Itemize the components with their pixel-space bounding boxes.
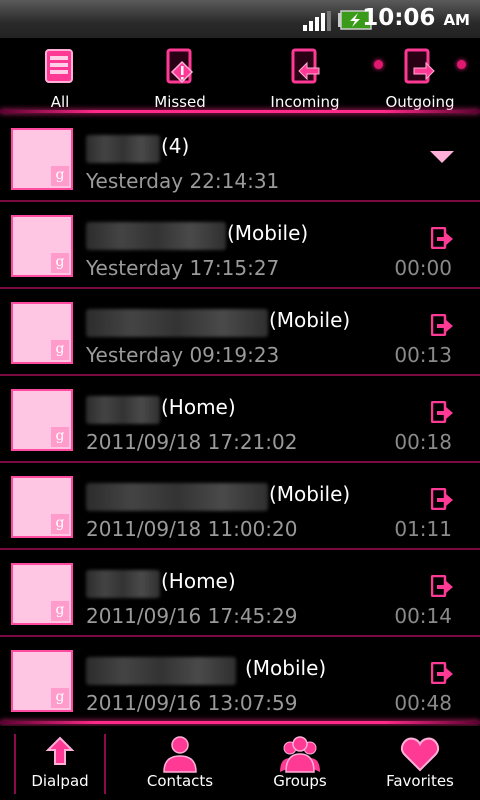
contact-avatar: g	[11, 302, 73, 364]
tab-all-label: All	[50, 93, 70, 111]
outgoing-call-icon	[404, 48, 435, 84]
bottom-divider	[0, 721, 480, 724]
tab-missed[interactable]: Missed	[120, 38, 240, 114]
contact-avatar: g	[11, 128, 73, 190]
call-log-row[interactable]: g (4) Yesterday 22:14:31	[0, 115, 480, 202]
all-calls-icon	[45, 49, 73, 83]
call-duration: 00:18	[394, 430, 452, 454]
call-time: 2011/09/16 13:07:59	[86, 691, 298, 715]
contact-person-icon	[163, 736, 197, 773]
tab-incoming[interactable]: Incoming	[245, 38, 365, 114]
outgoing-call-icon[interactable]	[431, 227, 455, 249]
contact-name-redacted	[86, 309, 268, 337]
signal-icon	[303, 11, 331, 31]
tab-outgoing[interactable]: Outgoing	[360, 38, 480, 114]
contact-avatar: g	[11, 650, 73, 712]
tab-missed-label: Missed	[154, 93, 206, 111]
bottom-navigation: Dialpad Contacts Groups Favorites	[0, 726, 480, 800]
contact-avatar: g	[11, 476, 73, 538]
nav-groups[interactable]: Groups	[240, 726, 360, 800]
phone-type: (Home)	[161, 395, 236, 419]
tab-incoming-label: Incoming	[270, 93, 340, 111]
tab-all[interactable]: All	[0, 38, 120, 114]
call-duration: 01:11	[394, 517, 452, 541]
contact-name-redacted	[86, 657, 236, 685]
google-contact-icon: g	[51, 601, 69, 621]
call-time: 2011/09/16 17:45:29	[86, 604, 298, 628]
google-contact-icon: g	[51, 166, 69, 186]
call-time: 2011/09/18 11:00:20	[86, 517, 298, 541]
nav-dialpad-label: Dialpad	[31, 772, 89, 790]
indicator-dot-right	[457, 60, 466, 69]
outgoing-call-icon[interactable]	[431, 401, 455, 423]
call-log-list[interactable]: g (4) Yesterday 22:14:31 g (Mobile) Yest…	[0, 115, 480, 722]
arrow-up-icon	[45, 736, 75, 765]
nav-contacts-label: Contacts	[146, 772, 214, 790]
nav-contacts[interactable]: Contacts	[120, 726, 240, 800]
nav-favorites[interactable]: Favorites	[360, 726, 480, 800]
status-clock: 10:06 AM	[362, 5, 470, 31]
call-time: 2011/09/18 17:21:02	[86, 430, 298, 454]
call-log-row[interactable]: g (Mobile) 2011/09/16 13:07:59 00:48	[0, 637, 480, 724]
call-time: Yesterday 22:14:31	[86, 169, 280, 193]
contact-name-redacted	[86, 222, 226, 250]
outgoing-call-icon[interactable]	[431, 488, 455, 510]
call-time: Yesterday 17:15:27	[86, 256, 280, 280]
contact-avatar: g	[11, 563, 73, 625]
outgoing-call-icon[interactable]	[431, 314, 455, 336]
outgoing-call-icon[interactable]	[431, 662, 455, 684]
call-log-row[interactable]: g (Mobile) Yesterday 09:19:23 00:13	[0, 289, 480, 376]
call-log-row[interactable]: g (Mobile) 2011/09/18 11:00:20 01:11	[0, 463, 480, 550]
contact-name-redacted	[86, 483, 268, 511]
incoming-call-icon	[291, 48, 320, 84]
status-bar: 10:06 AM	[0, 0, 480, 38]
call-duration: 00:13	[394, 343, 452, 367]
heart-icon	[400, 737, 440, 772]
call-filter-tabs: All Missed Incoming Outgoing	[0, 38, 480, 114]
phone-type: (Mobile)	[245, 656, 327, 680]
clock-time: 10:06	[362, 5, 436, 31]
nav-dialpad[interactable]: Dialpad	[0, 726, 120, 800]
tabs-underline	[0, 110, 480, 113]
contact-avatar: g	[11, 389, 73, 451]
tab-outgoing-label: Outgoing	[385, 93, 455, 111]
google-contact-icon: g	[51, 688, 69, 708]
outgoing-call-icon[interactable]	[431, 575, 455, 597]
call-time: Yesterday 09:19:23	[86, 343, 280, 367]
call-duration: 00:14	[394, 604, 452, 628]
contact-name-redacted	[86, 396, 160, 424]
groups-icon	[280, 736, 320, 773]
call-log-row[interactable]: g (Mobile) Yesterday 17:15:27 00:00	[0, 202, 480, 289]
call-duration: 00:48	[394, 691, 452, 715]
google-contact-icon: g	[51, 253, 69, 273]
phone-type: (Mobile)	[269, 308, 351, 332]
google-contact-icon: g	[51, 427, 69, 447]
contact-name-redacted	[86, 135, 160, 163]
google-contact-icon: g	[51, 340, 69, 360]
contact-name-redacted	[86, 570, 160, 598]
nav-separator	[104, 734, 106, 794]
call-count: (4)	[161, 134, 190, 158]
google-contact-icon: g	[51, 514, 69, 534]
phone-type: (Mobile)	[269, 482, 351, 506]
contact-avatar: g	[11, 215, 73, 277]
phone-type: (Mobile)	[227, 221, 309, 245]
call-log-row[interactable]: g (Home) 2011/09/16 17:45:29 00:14	[0, 550, 480, 637]
nav-groups-label: Groups	[273, 772, 327, 790]
chevron-down-icon[interactable]	[430, 151, 454, 165]
missed-call-icon	[166, 48, 194, 84]
phone-type: (Home)	[161, 569, 236, 593]
clock-ampm: AM	[443, 11, 470, 29]
call-duration: 00:00	[394, 256, 452, 280]
call-log-row[interactable]: g (Home) 2011/09/18 17:21:02 00:18	[0, 376, 480, 463]
nav-favorites-label: Favorites	[386, 772, 454, 790]
